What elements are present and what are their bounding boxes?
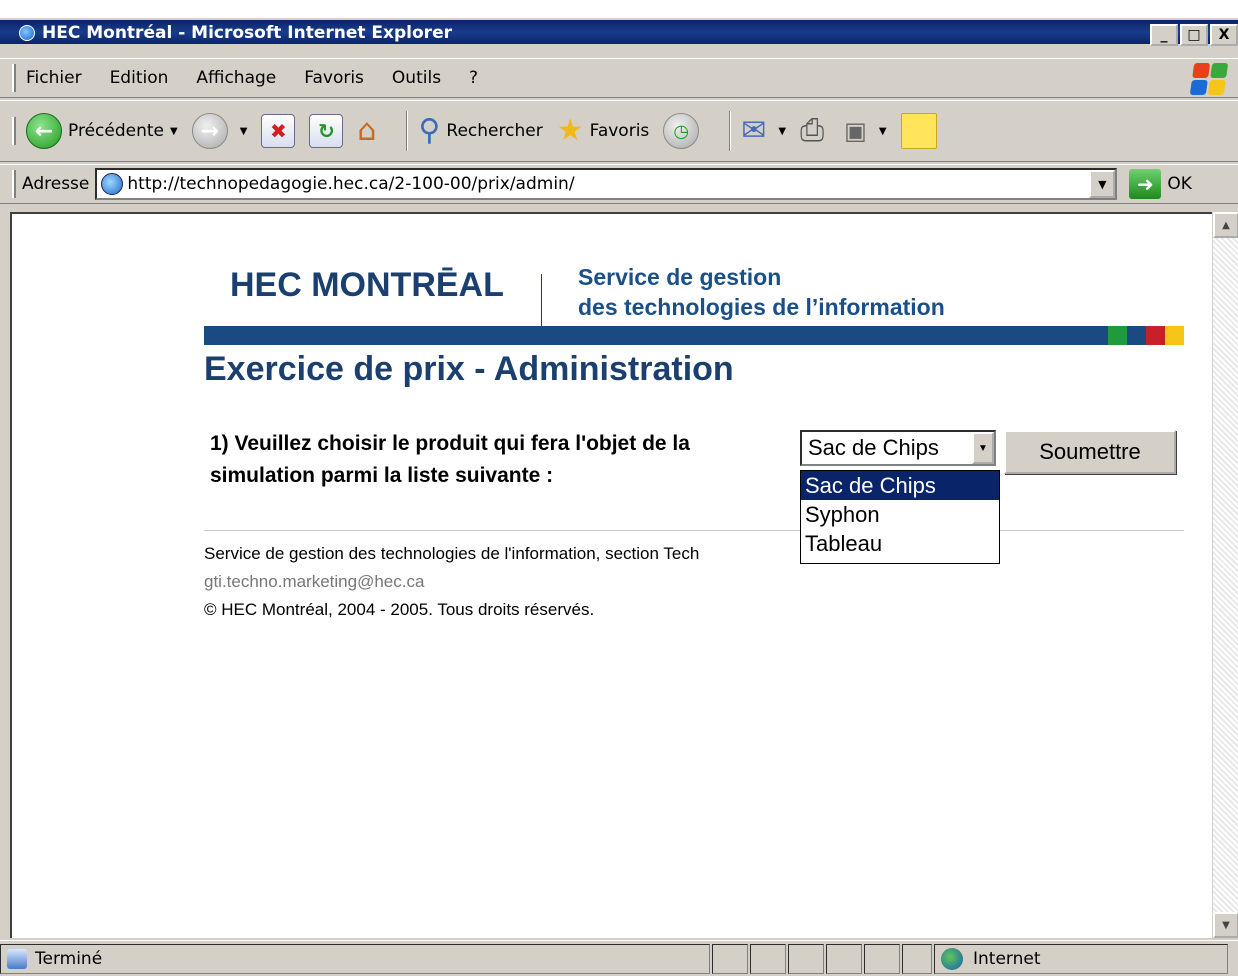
security-zone: Internet [934,943,1228,974]
chevron-down-icon[interactable]: ▼ [778,126,786,137]
minimize-button[interactable]: _ [1150,24,1178,46]
menu-affichage[interactable]: Affichage [196,68,276,88]
toolbar-separator [729,111,732,151]
favorites-button[interactable]: ★ Favoris [557,116,650,146]
address-url[interactable]: http://technopedagogie.hec.ca/2-100-00/p… [127,174,574,194]
menu-bar: Fichier Edition Affichage Favoris Outils… [0,58,1238,98]
toolbar-grip [12,170,16,198]
note-icon [900,113,937,149]
menu-fichier[interactable]: Fichier [26,68,82,88]
back-label: Précédente [68,121,164,141]
menu-outils[interactable]: Outils [392,68,441,88]
back-arrow-icon: ← [26,113,62,149]
status-panel [750,943,786,974]
product-question: 1) Veuillez choisir le produit qui fera … [210,432,690,487]
windows-logo-icon [1189,63,1229,95]
toolbar-grip [12,117,16,145]
header-band [204,326,1108,345]
back-button[interactable]: ← Précédente ▼ [26,113,178,149]
chevron-down-icon[interactable]: ▼ [170,126,178,137]
divider [204,530,1184,531]
logo-divider [541,274,542,328]
search-label: Rechercher [446,121,543,141]
option-syphon[interactable]: Syphon [801,500,999,529]
menu-help[interactable]: ? [469,68,478,88]
toolbar-separator [406,111,409,151]
mail-button[interactable]: ✉ ▼ [741,116,786,146]
internet-globe-icon [941,947,963,970]
toolbar-grip [12,64,16,92]
chevron-down-icon[interactable]: ▼ [240,126,248,137]
print-button[interactable]: ⎙ [800,116,830,146]
window-title: HEC Montréal - Microsoft Internet Explor… [42,23,452,43]
status-panel [864,943,900,974]
footer-copyright: © HEC Montréal, 2004 - 2005. Tous droits… [204,600,595,619]
vertical-scrollbar[interactable]: ▲ ▼ [1212,212,1238,938]
page-icon [101,173,124,195]
note-button[interactable] [900,113,937,149]
title-bar: HEC Montréal - Microsoft Internet Explor… [0,0,1238,46]
footer-email-link[interactable]: gti.techno.marketing@hec.ca [204,572,424,592]
search-button[interactable]: ⚲ Rechercher [418,116,542,146]
page-done-icon [7,948,27,969]
status-text: Terminé [35,948,103,969]
product-select-value: Sac de Chips [808,435,939,460]
submit-button[interactable]: Soumettre [1004,430,1176,474]
favorites-label: Favoris [589,121,650,141]
status-panel [902,943,932,974]
chevron-down-icon[interactable]: ▼ [972,432,994,464]
go-button[interactable]: ➜ OK [1129,169,1192,199]
ie-icon [18,24,36,42]
address-label: Adresse [22,174,90,194]
history-button[interactable]: ◷ [663,113,705,149]
forward-arrow-icon: → [191,113,228,149]
status-panel [712,943,748,974]
status-message: Terminé [0,943,710,974]
go-label: OK [1167,174,1192,194]
edit-icon: ▣ [844,117,867,145]
product-select[interactable]: Sac de Chips ▼ [800,430,996,466]
status-bar: Terminé Internet [0,940,1238,976]
option-tableau[interactable]: Tableau [801,529,999,558]
standard-toolbar: ← Précédente ▼ → ▼ ✖ ↻ ⌂ ⚲ Rechercher ★ … [0,100,1238,162]
service-title-line2: des technologies de l’information [578,294,945,320]
scroll-up-button[interactable]: ▲ [1213,212,1238,238]
mail-icon: ✉ [741,113,767,148]
edit-button[interactable]: ▣ ▼ [844,119,886,143]
zone-text: Internet [973,948,1041,969]
option-sac-de-chips[interactable]: Sac de Chips [801,471,999,500]
page-viewport: HEC MONTRĒAL Service de gestion des tech… [10,212,1220,938]
home-button[interactable]: ⌂ [357,116,382,146]
address-bar: Adresse http://technopedagogie.hec.ca/2-… [0,164,1238,204]
menu-favoris[interactable]: Favoris [304,68,364,88]
star-icon: ★ [556,113,584,148]
page-title: Exercice de prix - Administration [204,350,734,388]
maximize-button[interactable]: □ [1180,24,1208,46]
go-arrow-icon: ➜ [1129,169,1162,199]
chevron-down-icon[interactable]: ▼ [879,126,887,137]
forward-button[interactable]: → ▼ [191,113,248,149]
color-stripes [1108,326,1184,345]
address-input[interactable]: http://technopedagogie.hec.ca/2-100-00/p… [95,168,1118,200]
menu-edition[interactable]: Edition [110,68,169,88]
home-icon: ⌂ [357,113,377,148]
scroll-down-button[interactable]: ▼ [1213,912,1238,938]
product-dropdown-list: Sac de Chips Syphon Tableau [800,470,1000,564]
hec-logo: HEC MONTRĒAL [230,266,504,304]
refresh-button[interactable]: ↻ [309,114,344,148]
printer-icon: ⎙ [800,113,825,148]
footer-service: Service de gestion des technologies de l… [204,544,700,563]
stop-button[interactable]: ✖ [261,114,296,148]
service-title-line1: Service de gestion [578,264,782,290]
search-icon: ⚲ [418,113,441,148]
status-panel [826,943,862,974]
status-panel [788,943,824,974]
close-button[interactable]: X [1210,24,1238,46]
history-icon: ◷ [663,113,700,149]
address-dropdown-button[interactable]: ▼ [1089,170,1116,198]
